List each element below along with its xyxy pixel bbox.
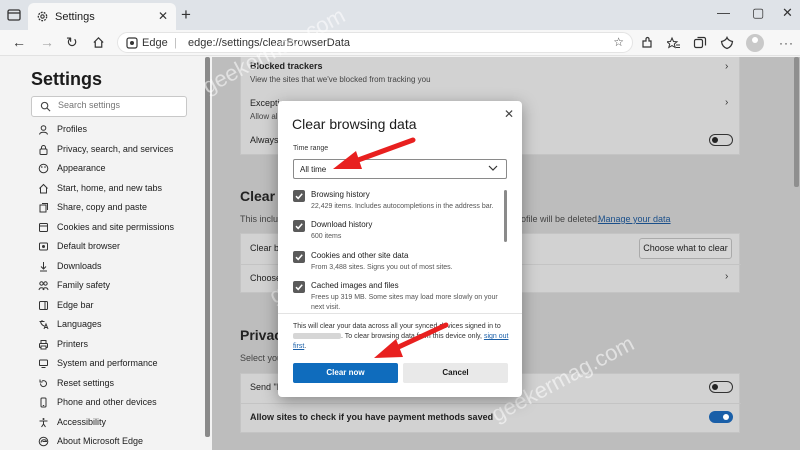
- arrow-to-clear-now: [374, 322, 449, 358]
- annotation-arrows: [333, 137, 449, 358]
- arrow-to-time-range: [333, 137, 416, 169]
